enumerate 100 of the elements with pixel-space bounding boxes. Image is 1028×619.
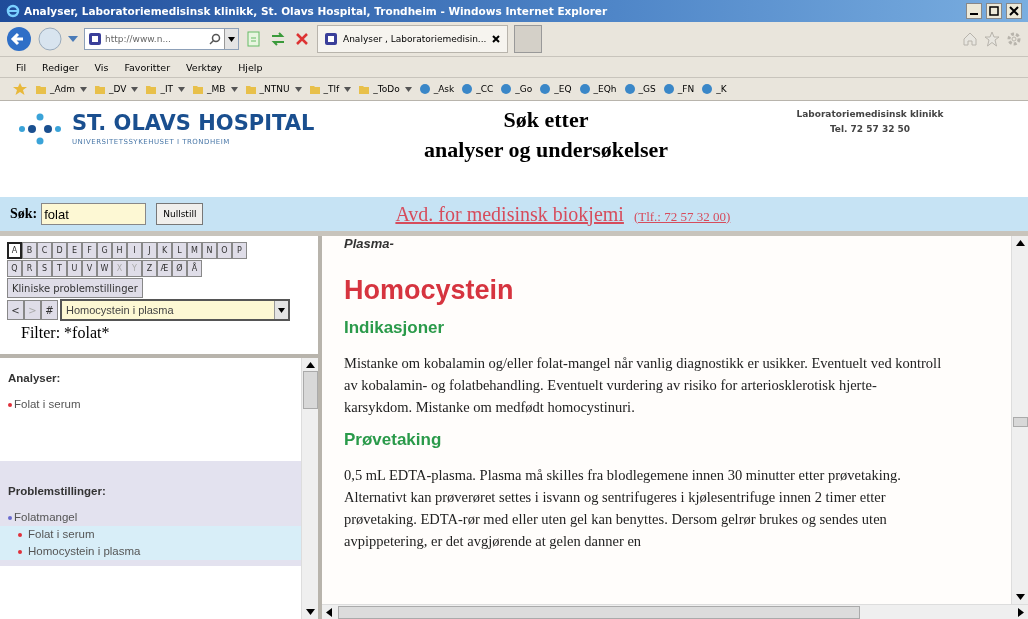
letter-button[interactable]: P (232, 242, 247, 259)
menu-item[interactable]: Hjelp (238, 61, 263, 73)
letter-button[interactable]: S (37, 260, 52, 277)
letter-button[interactable]: G (97, 242, 112, 259)
analysis-link[interactable]: Homocystein i plasma (28, 543, 141, 560)
scroll-down-icon[interactable] (1015, 594, 1025, 600)
letter-button[interactable]: I (127, 242, 142, 259)
close-tab-icon[interactable] (491, 34, 502, 44)
section-heading: Problemstillinger: (8, 485, 107, 497)
scroll-thumb[interactable] (302, 371, 318, 409)
folder-icon (358, 83, 371, 95)
new-tab-button[interactable] (514, 25, 543, 53)
scroll-left-icon[interactable] (326, 607, 332, 617)
dropdown-caret-icon[interactable] (68, 35, 78, 43)
material-label: Plasma- (344, 236, 395, 251)
letter-button[interactable]: A (7, 242, 22, 259)
minimize-button[interactable] (966, 3, 982, 19)
page-subtitle: analyser og undersøkelser (422, 136, 669, 164)
favorites-folder[interactable]: _NTNU (244, 83, 302, 95)
letter-button[interactable]: Ø (172, 260, 187, 277)
favorites-link[interactable]: _Ask (418, 83, 455, 95)
horizontal-scrollbar[interactable] (322, 604, 1028, 619)
caret-icon (294, 86, 302, 92)
section-heading: Analyser: (8, 372, 62, 384)
letter-button[interactable]: O (217, 242, 232, 259)
address-field[interactable]: http://www.n... (84, 28, 239, 50)
menu-item[interactable]: Vis (94, 61, 109, 73)
letter-button[interactable]: Æ (157, 260, 172, 277)
favorites-folder[interactable]: _Tlf (308, 83, 352, 95)
letter-button[interactable]: R (22, 260, 37, 277)
letter-button[interactable]: E (67, 242, 82, 259)
search-field[interactable]: folat (41, 203, 147, 225)
reset-button[interactable]: Nullstill (156, 203, 204, 225)
problem-link[interactable]: Folatmangel (14, 509, 78, 526)
letter-button[interactable]: K (157, 242, 172, 259)
favorites-folder[interactable]: _Adm (35, 83, 87, 95)
favorites-star-icon[interactable] (12, 82, 28, 96)
favorites-link[interactable]: _EQ (539, 83, 572, 95)
analysis-select[interactable]: Homocystein i plasma (60, 299, 290, 321)
letter-button[interactable]: B (22, 242, 37, 259)
letter-button[interactable]: N (202, 242, 217, 259)
favorites-link[interactable]: _EQh (578, 83, 617, 95)
menu-item[interactable]: Favoritter (124, 61, 171, 73)
favorites-folder[interactable]: _IT (145, 83, 186, 95)
menu-item[interactable]: Verktøy (186, 61, 223, 73)
menu-item[interactable]: Fil (16, 61, 27, 73)
nav-button[interactable]: # (41, 300, 58, 320)
favorites-folder[interactable]: _DV (94, 83, 139, 95)
scroll-up-icon[interactable] (305, 362, 315, 368)
scroll-down-icon[interactable] (305, 609, 315, 615)
star-icon[interactable] (984, 31, 1000, 47)
favorites-link[interactable]: _CC (461, 83, 494, 95)
caret-icon (131, 86, 139, 92)
letter-button[interactable]: H (112, 242, 127, 259)
letter-button[interactable]: U (67, 260, 82, 277)
letter-button[interactable]: V (82, 260, 97, 277)
refresh-icon[interactable] (269, 30, 287, 48)
menu-item[interactable]: Rediger (42, 61, 79, 73)
scrollbar[interactable] (1011, 236, 1028, 604)
letter-button[interactable]: J (142, 242, 157, 259)
favorites-folder[interactable]: _MB (192, 83, 238, 95)
back-button[interactable] (6, 26, 32, 52)
analysis-link[interactable]: Folat i serum (14, 396, 81, 413)
maximize-icon (989, 6, 999, 16)
close-button[interactable] (1006, 3, 1022, 19)
letter-button[interactable]: M (187, 242, 202, 259)
analysis-link[interactable]: Folat i serum (28, 526, 95, 543)
minimize-icon (970, 13, 978, 15)
letter-button[interactable]: Z (142, 260, 157, 277)
caret-icon (404, 86, 412, 92)
dropdown-button[interactable] (224, 29, 238, 49)
bullet-icon (8, 515, 12, 520)
scroll-thumb[interactable] (338, 605, 860, 619)
letter-button[interactable]: F (82, 242, 97, 259)
letter-button[interactable]: Å (187, 260, 202, 277)
scrollbar[interactable] (301, 358, 318, 619)
scroll-right-icon[interactable] (1018, 607, 1024, 617)
scroll-thumb[interactable] (1012, 416, 1028, 427)
favorites-link[interactable]: _K (701, 83, 727, 95)
problems-button[interactable]: Kliniske problemstillinger (7, 278, 143, 298)
page-icon (324, 32, 338, 46)
browser-tab[interactable]: Analyser , Laboratoriemedisin... (317, 25, 509, 53)
letter-button[interactable]: C (37, 242, 52, 259)
folder-icon (145, 83, 158, 95)
favorites-link[interactable]: _GS (623, 83, 656, 95)
letter-button[interactable]: D (52, 242, 67, 259)
section-heading: Indikasjoner (344, 318, 446, 338)
letter-button[interactable]: Q (7, 260, 22, 277)
hospital-logo-icon (18, 111, 62, 146)
clinic-name: Laboratoriemedisinsk klinikk (795, 108, 945, 121)
favorites-link[interactable]: _Go (500, 83, 533, 95)
search-icon[interactable] (209, 33, 221, 45)
letter-button[interactable]: L (172, 242, 187, 259)
maximize-button[interactable] (986, 3, 1002, 19)
favorites-folder[interactable]: _ToDo (358, 83, 412, 95)
letter-button[interactable]: W (97, 260, 112, 277)
letter-button[interactable]: T (52, 260, 67, 277)
favorites-link[interactable]: _FN (662, 83, 695, 95)
scroll-up-icon[interactable] (1015, 240, 1025, 246)
nav-button[interactable]: < (7, 300, 24, 320)
